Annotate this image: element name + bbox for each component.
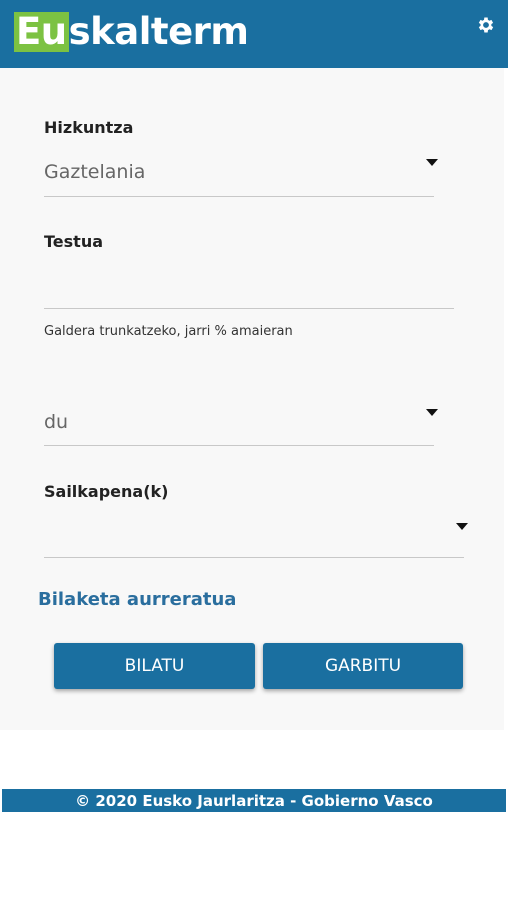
text-input-underline: [44, 308, 454, 309]
chevron-down-icon[interactable]: [426, 409, 438, 416]
classification-label: Sailkapena(k): [44, 482, 169, 501]
advanced-search-link[interactable]: Bilaketa aurreratua: [38, 589, 236, 610]
match-select-value[interactable]: du: [44, 411, 68, 433]
language-select-value[interactable]: Gaztelania: [44, 161, 145, 183]
gear-icon[interactable]: [476, 15, 496, 35]
text-input[interactable]: [44, 262, 458, 310]
truncation-hint: Galdera trunkatzeko, jarri % amaieran: [44, 324, 293, 339]
logo-prefix: Eu: [14, 10, 69, 53]
language-label: Hizkuntza: [44, 118, 134, 137]
search-button[interactable]: BILATU: [54, 643, 255, 689]
logo-text: skalterm: [68, 10, 249, 53]
language-select-underline: [44, 196, 434, 197]
clear-button[interactable]: GARBITU: [263, 643, 463, 689]
classification-select-underline: [44, 557, 464, 558]
match-select-underline: [44, 445, 434, 446]
text-label: Testua: [44, 232, 103, 251]
classification-select-value[interactable]: [44, 518, 444, 542]
euskalterm-logo[interactable]: Eu skalterm: [14, 12, 249, 52]
footer-copyright: © 2020 Eusko Jaurlaritza - Gobierno Vasc…: [2, 789, 506, 812]
chevron-down-icon[interactable]: [456, 523, 468, 530]
app-header: Eu skalterm: [0, 0, 508, 68]
chevron-down-icon[interactable]: [426, 159, 438, 166]
